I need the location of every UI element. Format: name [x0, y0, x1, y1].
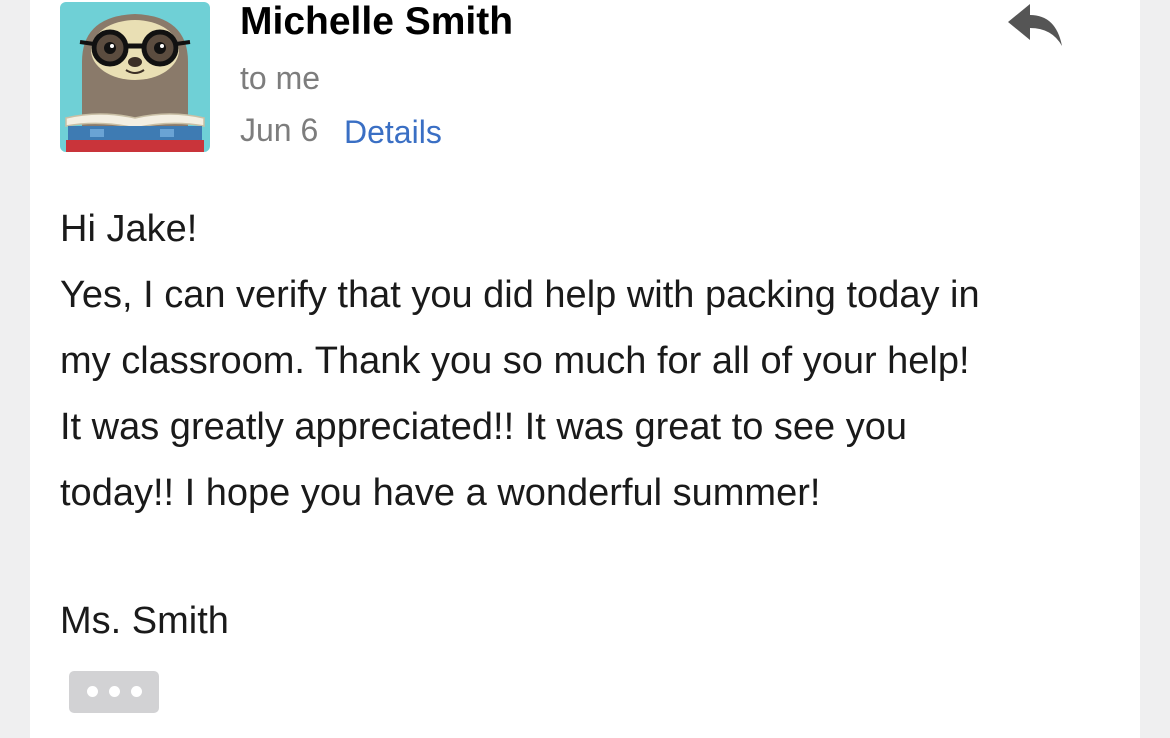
- body-line: Hi Jake!: [60, 208, 198, 250]
- body-line: my classroom. Thank you so much for all …: [60, 340, 970, 382]
- body-line: today!! I hope you have a wonderful summ…: [60, 472, 821, 514]
- ellipsis-icon: [109, 686, 120, 697]
- body-line: It was greatly appreciated!! It was grea…: [60, 406, 908, 448]
- email-message-card: Michelle Smith to me Jun 6 Details Hi Ja…: [30, 0, 1140, 738]
- message-body: Hi Jake! Yes, I can verify that you did …: [60, 196, 1120, 526]
- show-trimmed-content-button[interactable]: [69, 671, 159, 713]
- details-link[interactable]: Details: [344, 114, 442, 151]
- recipient-line: to me: [240, 60, 321, 96]
- ellipsis-icon: [131, 686, 142, 697]
- message-date: Jun 6: [240, 112, 319, 148]
- ellipsis-icon: [87, 686, 98, 697]
- signature: Ms. Smith: [60, 600, 229, 642]
- sender-name: Michelle Smith: [240, 0, 514, 43]
- sender-avatar[interactable]: [60, 2, 210, 152]
- reply-arrow-icon: [1008, 4, 1062, 46]
- reply-button[interactable]: [1002, 0, 1066, 52]
- body-line: Yes, I can verify that you did help with…: [60, 274, 980, 316]
- sloth-avatar-icon: [60, 2, 210, 152]
